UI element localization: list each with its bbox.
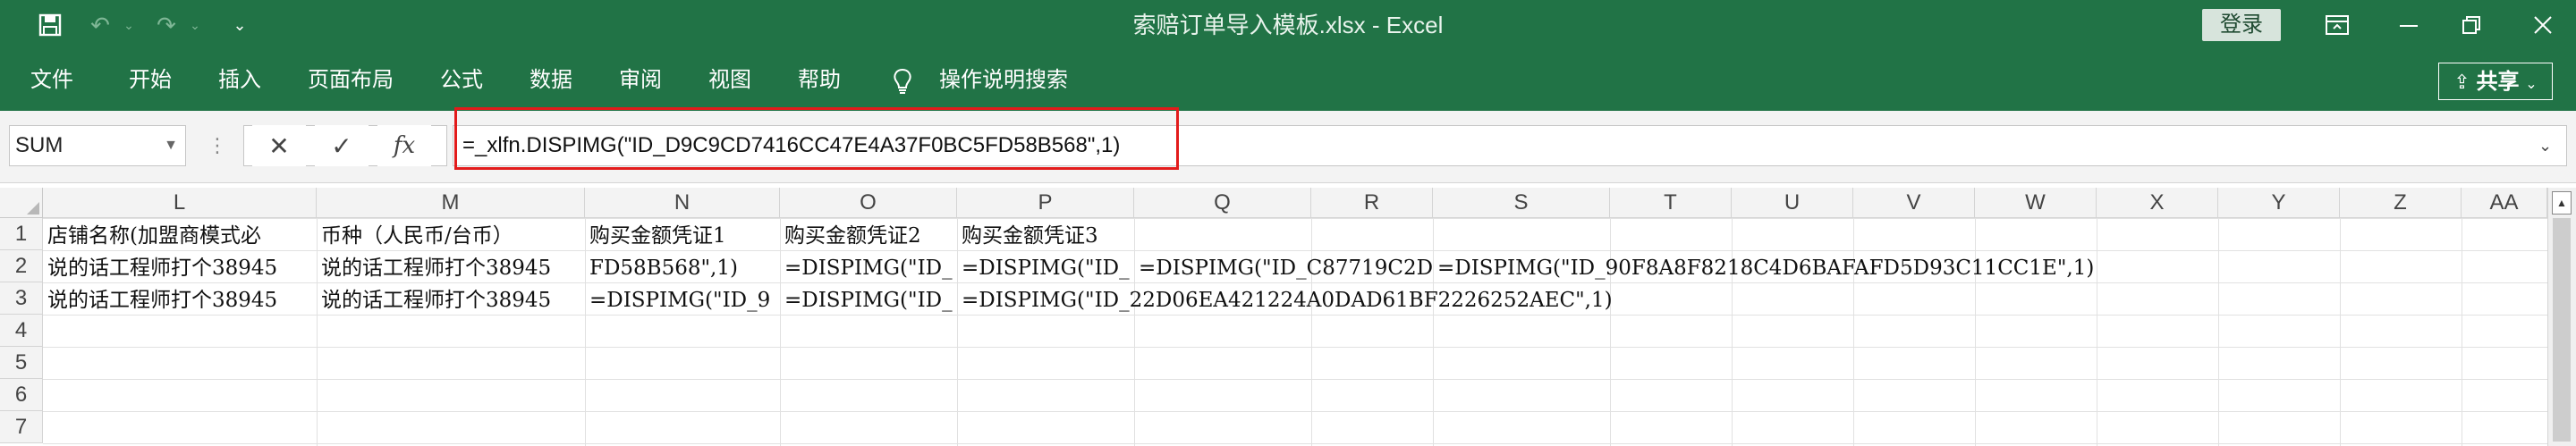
row-header-2[interactable]: 2 (0, 250, 43, 282)
column-header-R[interactable]: R (1311, 188, 1433, 218)
column-header-M[interactable]: M (317, 188, 585, 218)
tell-me-search[interactable]: 操作说明搜索 (939, 50, 1068, 111)
tab-insert[interactable]: 插入 (218, 50, 261, 111)
window-title: 索赔订单导入模板.xlsx - Excel (1132, 12, 1444, 38)
name-box-dropdown-icon[interactable]: ▼ (164, 126, 178, 165)
row-header-5[interactable]: 5 (0, 347, 43, 379)
scroll-up-icon[interactable]: ▲ (2552, 191, 2572, 215)
redo-icon[interactable]: ↷ (148, 0, 184, 50)
column-header-W[interactable]: W (1975, 188, 2097, 218)
cell-O1[interactable]: 购买金额凭证2 (782, 220, 957, 252)
cell-M3[interactable]: 说的话工程师打个38945 (318, 284, 585, 316)
chevron-down-icon: ⌄ (2525, 77, 2538, 92)
save-icon[interactable] (32, 0, 68, 50)
cell-P1[interactable]: 购买金额凭证3 (959, 220, 1134, 252)
column-header-N[interactable]: N (585, 188, 780, 218)
tab-view[interactable]: 视图 (708, 50, 751, 111)
scrollbar-thumb[interactable] (2553, 218, 2571, 442)
tab-help[interactable]: 帮助 (798, 50, 841, 111)
gridline (1433, 218, 1434, 446)
cell-O2[interactable]: =DISPIMG("ID_ (782, 252, 957, 284)
tab-review[interactable]: 审阅 (619, 50, 662, 111)
cell-N1[interactable]: 购买金额凭证1 (587, 220, 780, 252)
column-header-V[interactable]: V (1853, 188, 1975, 218)
row-header-6[interactable]: 6 (0, 379, 43, 411)
column-header-Y[interactable]: Y (2218, 188, 2340, 218)
select-all-button[interactable] (0, 188, 43, 218)
cell-L3[interactable]: 说的话工程师打个38945 (45, 284, 317, 316)
cell-M1[interactable]: 币种（人民币/台币） (318, 220, 585, 252)
cancel-icon[interactable]: ✕ (252, 125, 306, 166)
gridline (2218, 218, 2219, 446)
formula-bar-splitter-icon[interactable]: ⋮ (208, 125, 227, 166)
formula-text: =_xlfn.DISPIMG("ID_D9C9CD7416CC47E4A37F0… (462, 133, 1121, 157)
gridline (317, 218, 318, 446)
gridline (585, 218, 586, 446)
ribbon-tabs: 文件 开始 插入 页面布局 公式 数据 审阅 视图 帮助 操作说明搜索 (0, 50, 2576, 111)
tab-home[interactable]: 开始 (129, 50, 172, 111)
customize-toolbar-icon[interactable]: ⌄ (229, 0, 250, 50)
name-box[interactable]: SUM ▼ (9, 125, 186, 166)
gridline (957, 218, 958, 446)
cell-L1[interactable]: 店铺名称(加盟商模式必 (45, 220, 317, 252)
formula-input[interactable]: =_xlfn.DISPIMG("ID_D9C9CD7416CC47E4A37F0… (453, 125, 2567, 166)
column-header-L[interactable]: L (43, 188, 317, 218)
gridline (2340, 218, 2341, 446)
cell-M2[interactable]: 说的话工程师打个38945 (318, 252, 585, 284)
cell-O3[interactable]: =DISPIMG("ID_ (782, 284, 957, 316)
gridline (780, 218, 781, 446)
tab-file[interactable]: 文件 (30, 50, 73, 111)
column-header-T[interactable]: T (1610, 188, 1732, 218)
undo-icon[interactable]: ↶ (82, 0, 118, 50)
cell-L2[interactable]: 说的话工程师打个38945 (45, 252, 317, 284)
column-header-X[interactable]: X (2097, 188, 2218, 218)
share-label: 共享 (2476, 70, 2520, 94)
enter-icon[interactable]: ✓ (315, 125, 369, 166)
cell-P3[interactable]: =DISPIMG("ID_22D06EA421224A0DAD61BF22262… (959, 284, 1621, 316)
column-header-Z[interactable]: Z (2340, 188, 2462, 218)
insert-function-icon[interactable]: fx (377, 125, 431, 166)
tab-formulas[interactable]: 公式 (440, 50, 483, 111)
column-header-U[interactable]: U (1732, 188, 1853, 218)
cell-S2[interactable]: =DISPIMG("ID_90F8A8F8218C4D6BAFAFD5D93C1… (1435, 252, 2097, 284)
login-button[interactable]: 登录 (2202, 9, 2281, 41)
redo-dropdown-icon[interactable]: ⌄ (186, 0, 204, 50)
vertical-scrollbar[interactable]: ▲ (2547, 188, 2576, 446)
tab-page-layout[interactable]: 页面布局 (308, 50, 394, 111)
cell-P2[interactable]: =DISPIMG("ID_ (959, 252, 1134, 284)
ribbon-display-options-icon[interactable] (2315, 0, 2360, 50)
name-box-value: SUM (15, 133, 64, 157)
lightbulb-icon (891, 50, 914, 111)
row-header-1[interactable]: 1 (0, 218, 43, 250)
column-header-Q[interactable]: Q (1134, 188, 1311, 218)
cell-Q2[interactable]: =DISPIMG("ID_C87719C2D (1136, 252, 1433, 284)
restore-icon[interactable] (2449, 0, 2494, 50)
row-header-4[interactable]: 4 (0, 315, 43, 347)
close-icon[interactable] (2521, 0, 2565, 50)
undo-dropdown-icon[interactable]: ⌄ (120, 0, 138, 50)
title-bar: ↶ ⌄ ↷ ⌄ ⌄ 索赔订单导入模板.xlsx - Excel 登录 (0, 0, 2576, 50)
tab-data[interactable]: 数据 (530, 50, 572, 111)
cell-N3[interactable]: =DISPIMG("ID_9 (587, 284, 780, 316)
column-header-AA[interactable]: AA (2462, 188, 2547, 218)
gridline (1134, 218, 1135, 446)
row-header-7[interactable]: 7 (0, 411, 43, 443)
column-header-S[interactable]: S (1433, 188, 1610, 218)
formula-bar: SUM ▼ ⋮ ✕ ✓ fx =_xlfn.DISPIMG("ID_D9C9CD… (0, 111, 2576, 183)
expand-formula-bar-icon[interactable]: ⌄ (2538, 125, 2552, 166)
worksheet: L M N O P Q R S T U V W X Y Z AA 1 2 3 4… (0, 188, 2576, 446)
column-header-O[interactable]: O (780, 188, 957, 218)
minimize-icon[interactable] (2386, 0, 2431, 50)
row-header-3[interactable]: 3 (0, 282, 43, 315)
share-button[interactable]: ⇪ 共享 ⌄ (2438, 63, 2553, 100)
column-header-P[interactable]: P (957, 188, 1134, 218)
share-icon: ⇪ (2453, 71, 2470, 93)
cell-N2[interactable]: FD58B568",1) (587, 252, 780, 284)
